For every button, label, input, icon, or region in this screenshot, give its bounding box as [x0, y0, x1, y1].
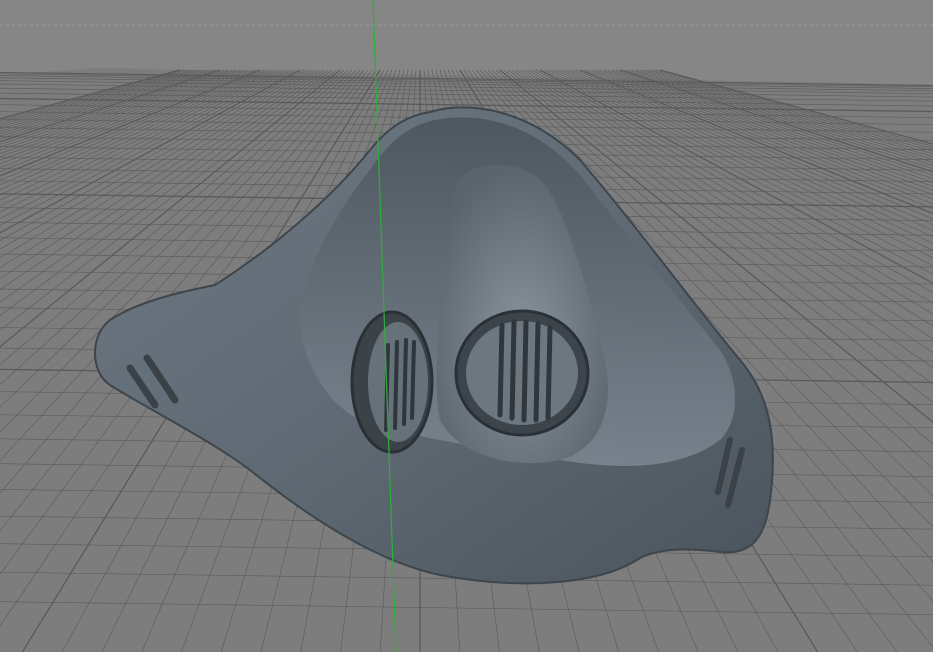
- 3d-viewport[interactable]: [0, 0, 933, 652]
- viewport-canvas[interactable]: [0, 0, 933, 652]
- side-filter-valve: [350, 310, 434, 454]
- front-filter-valve: [454, 309, 590, 437]
